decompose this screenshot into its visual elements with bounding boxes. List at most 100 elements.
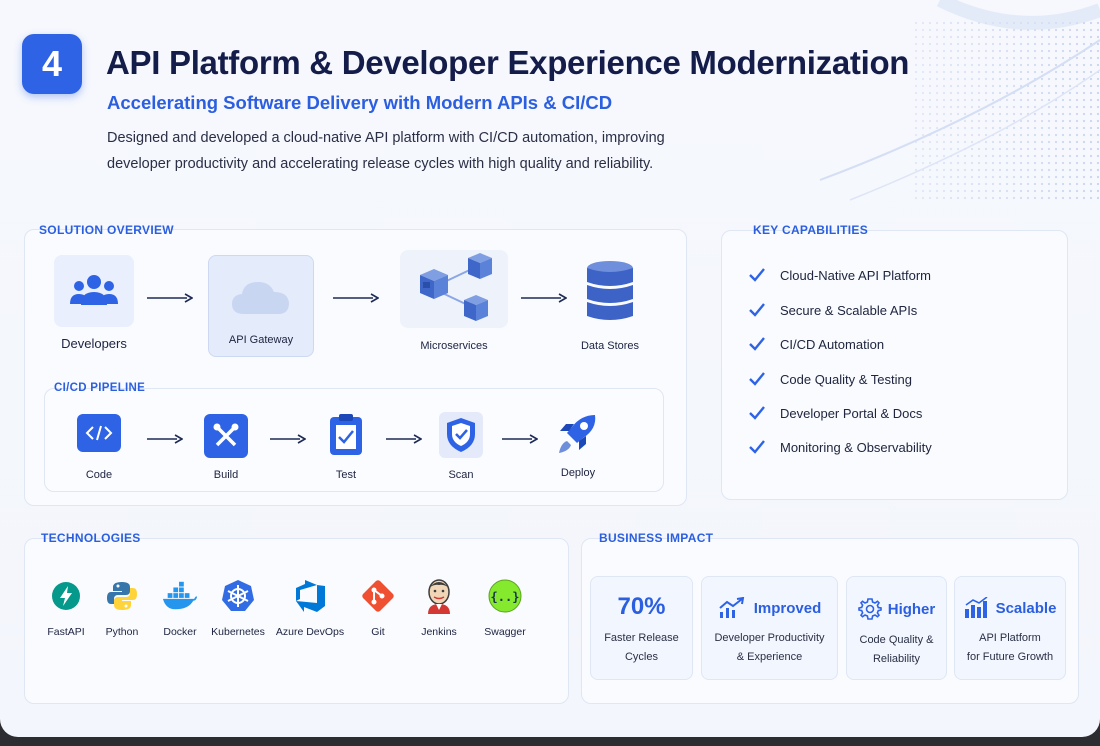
impact-card-scalable: Scalable API Platform for Future Growth [954,576,1066,680]
arrow-right-icon [521,293,567,303]
tech-label: Swagger [484,626,526,638]
capability-text: CI/CD Automation [780,336,885,352]
node-label: Data Stores [580,340,640,352]
swagger-icon: {..} [488,579,522,613]
pipeline-step-code: Code [69,414,129,481]
git-icon [362,580,394,612]
tech-label: Python [105,626,139,638]
svg-text:{..}: {..} [491,590,520,604]
capability-text: Developer Portal & Docs [780,405,923,421]
impact-value: 70% [617,593,666,620]
impact-text-line: Developer Productivity [714,632,825,644]
key-capabilities-label: KEY CAPABILITIES [753,223,869,237]
tech-label: FastAPI [47,626,85,638]
capability-item: Monitoring & Observability [748,438,932,456]
capability-text: Monitoring & Observability [780,439,932,455]
impact-card-release: 70% Faster Release Cycles [590,576,693,680]
database-icon [587,261,633,320]
azure-devops-icon [296,580,325,612]
node-label: Microservices [420,340,488,352]
pipeline-step-deploy: Deploy [548,410,608,479]
tech-item-swagger: {..} Swagger [465,578,545,638]
pipeline-step-label: Scan [448,469,474,481]
pipeline-step-label: Deploy [560,467,596,479]
impact-text-line: & Experience [736,651,803,663]
page-subtitle: Accelerating Software Delivery with Mode… [107,92,613,113]
impact-card-productivity: Improved Developer Productivity & Experi… [701,576,838,680]
capability-item: CI/CD Automation [748,335,884,353]
python-icon [107,582,137,610]
clipboard-check-icon [330,414,362,455]
cubes-icon [420,253,492,321]
arrow-right-icon [386,434,422,444]
cicd-pipeline-label: CI/CD PIPELINE [54,382,146,394]
shield-check-icon [447,418,475,452]
capability-text: Secure & Scalable APIs [780,302,918,318]
impact-text-line: API Platform [979,632,1041,644]
jenkins-icon [428,579,450,614]
gear-icon [857,598,882,620]
slide-card: 4 API Platform & Developer Experience Mo… [0,0,1100,737]
kubernetes-icon [222,580,254,611]
users-icon [70,275,118,305]
rocket-icon [559,415,596,453]
impact-card-quality: Higher Code Quality & Reliability [846,576,947,680]
tech-item-kubernetes: Kubernetes [198,578,278,638]
arrow-right-icon [502,434,538,444]
check-icon [749,303,765,317]
check-icon [749,406,765,420]
page-description: Designed and developed a cloud-native AP… [107,130,665,172]
pipeline-step-label: Code [85,469,113,481]
pipeline-step-test: Test [316,412,376,481]
arrow-right-icon [147,293,193,303]
trend-up-icon [719,597,744,618]
impact-heading: Scalable [995,599,1057,617]
check-icon [749,268,765,282]
technologies-label: TECHNOLOGIES [41,531,141,545]
pipeline-step-build: Build [196,414,256,481]
impact-text-line: Reliability [872,653,921,665]
node-label: Developers [61,336,127,351]
impact-text-line: Code Quality & [859,634,934,646]
impact-text-line: Faster Release [604,632,679,644]
capability-item: Developer Portal & Docs [748,404,922,422]
page-title: API Platform & Developer Experience Mode… [106,44,910,81]
pipeline-step-label: Build [213,469,239,481]
business-impact-label: BUSINESS IMPACT [599,531,714,545]
impact-heading: Improved [753,599,822,617]
tools-icon [213,423,239,447]
arrow-right-icon [147,434,183,444]
check-icon [749,372,765,386]
check-icon [749,337,765,351]
pipeline-step-label: Test [335,469,357,481]
code-icon [85,425,113,441]
capability-text: Cloud-Native API Platform [780,267,932,283]
node-label: API Gateway [228,334,294,346]
bar-chart-icon [964,597,988,618]
arrow-right-icon [333,293,379,303]
fastapi-icon [52,582,80,610]
bottom-bar [0,737,1100,746]
tech-label: Azure DevOps [275,626,345,638]
capability-text: Code Quality & Testing [780,371,912,387]
node-developers: Developers [54,255,134,351]
section-number-badge: 4 [22,34,82,94]
impact-text-line: Cycles [624,651,658,663]
cloud-icon [232,282,289,314]
docker-icon [162,581,198,610]
capability-item: Cloud-Native API Platform [748,266,931,284]
arrow-right-icon [270,434,306,444]
node-data-stores: Data Stores [570,258,650,352]
impact-heading: Higher [887,600,936,618]
capability-item: Secure & Scalable APIs [748,301,917,319]
check-icon [749,440,765,454]
pipeline-step-scan: Scan [431,412,491,481]
tech-label: Jenkins [421,626,457,638]
tech-label: Kubernetes [211,626,265,638]
decorative-pattern [819,0,1100,201]
impact-text-line: for Future Growth [966,651,1054,663]
node-microservices: Microservices [400,250,508,352]
capability-item: Code Quality & Testing [748,370,912,388]
node-api-gateway: API Gateway [208,255,314,357]
tech-label: Docker [163,626,197,638]
